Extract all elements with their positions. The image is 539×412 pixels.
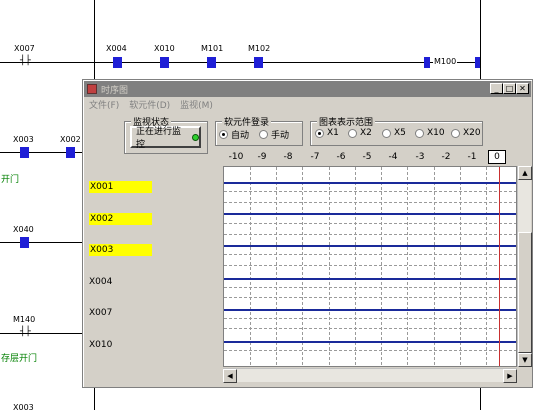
time-tick: -10: [228, 152, 244, 162]
contact-selected[interactable]: [20, 237, 29, 248]
title-bar[interactable]: 时序图 _ □ ✕: [84, 81, 531, 97]
radio-icon: [259, 130, 268, 139]
contact-label: X010: [154, 44, 175, 53]
timing-chart-area[interactable]: [223, 166, 517, 367]
menu-device[interactable]: 软元件(D): [129, 98, 170, 111]
rung-line: [0, 242, 82, 243]
menu-bar: 文件(F) 软元件(D) 监视(M): [89, 98, 213, 111]
timing-chart-svg: [224, 167, 516, 366]
menu-monitor[interactable]: 监视(M): [180, 98, 213, 111]
radio-auto[interactable]: 自动: [219, 128, 249, 141]
contact-label: M102: [248, 44, 271, 53]
coil-selected[interactable]: [424, 57, 430, 68]
coil-label: M100: [433, 57, 458, 66]
radio-label: X5: [394, 128, 406, 138]
radio-range-x1[interactable]: X1: [315, 128, 339, 138]
radio-icon: [415, 128, 424, 138]
group-label: 图表表示范围: [317, 115, 376, 128]
scroll-down-icon[interactable]: ▼: [518, 353, 532, 367]
coil-selected[interactable]: [475, 57, 480, 68]
time-tick: -3: [415, 152, 425, 162]
radio-range-x5[interactable]: X5: [382, 128, 406, 138]
contact-selected[interactable]: [113, 57, 122, 68]
maximize-button[interactable]: □: [503, 83, 516, 94]
radio-icon: [219, 130, 228, 139]
rung-line: [0, 333, 82, 334]
contact-selected[interactable]: [160, 57, 169, 68]
contact-selected[interactable]: [207, 57, 216, 68]
group-label: 软元件登录: [222, 115, 272, 128]
contact-selected[interactable]: [20, 147, 29, 158]
radio-label: X2: [360, 128, 372, 138]
time-tick: -4: [388, 152, 398, 162]
radio-label: X1: [327, 128, 339, 138]
time-tick: -7: [310, 152, 320, 162]
rung-comment: 开门: [1, 175, 20, 185]
scroll-thumb[interactable]: [518, 232, 532, 353]
window-title: 时序图: [101, 86, 129, 96]
monitoring-button[interactable]: 正在进行监控: [130, 126, 201, 150]
time-tick: -5: [362, 152, 372, 162]
time-tick: -9: [257, 152, 267, 162]
menu-file[interactable]: 文件(F): [89, 98, 119, 111]
device-row-label[interactable]: X001: [89, 181, 152, 193]
radio-label: X20: [463, 128, 481, 138]
radio-range-x2[interactable]: X2: [348, 128, 372, 138]
minimize-button[interactable]: _: [490, 83, 503, 94]
rung-comment: 存层开门: [1, 354, 38, 364]
contact-label: X007: [14, 44, 35, 53]
contact-selected[interactable]: [254, 57, 263, 68]
time-tick-current: 0: [488, 150, 506, 164]
contact-selected[interactable]: [66, 147, 75, 158]
radio-range-x20[interactable]: X20: [451, 128, 481, 138]
contact-label: M140: [13, 315, 36, 324]
radio-manual[interactable]: 手动: [259, 128, 289, 141]
time-tick: -8: [283, 152, 293, 162]
time-tick: -1: [467, 152, 477, 162]
contact-label: X002: [60, 135, 81, 144]
radio-icon: [315, 128, 324, 138]
contact-symbol: ┤├: [20, 56, 31, 66]
contact-symbol: ┤├: [20, 327, 31, 337]
radio-icon: [451, 128, 460, 138]
radio-range-x10[interactable]: X10: [415, 128, 445, 138]
app-icon: [87, 84, 97, 94]
contact-label: X040: [13, 225, 34, 234]
radio-icon: [382, 128, 391, 138]
scroll-up-icon[interactable]: ▲: [518, 166, 532, 180]
radio-label: 自动: [231, 131, 250, 141]
time-tick: -6: [336, 152, 346, 162]
rung-line: [0, 62, 480, 63]
time-tick: -2: [441, 152, 451, 162]
monitoring-button-label: 正在进行监控: [136, 127, 182, 150]
scroll-left-icon[interactable]: ◀: [223, 369, 237, 383]
contact-label: M101: [201, 44, 224, 53]
device-row-label[interactable]: X007: [89, 308, 112, 318]
device-row-label[interactable]: X002: [89, 213, 152, 225]
vertical-scrollbar[interactable]: ▲ ▼: [517, 166, 532, 367]
contact-label: X004: [106, 44, 127, 53]
radio-label: 手动: [271, 131, 290, 141]
radio-label: X10: [427, 128, 445, 138]
horizontal-scrollbar[interactable]: ◀ ▶: [223, 368, 517, 383]
close-button[interactable]: ✕: [516, 83, 529, 94]
contact-label: X003: [13, 403, 34, 412]
device-row-label[interactable]: X010: [89, 340, 112, 350]
contact-label: X003: [13, 135, 34, 144]
scroll-right-icon[interactable]: ▶: [503, 369, 517, 383]
device-row-label[interactable]: X004: [89, 277, 112, 287]
radio-icon: [348, 128, 357, 138]
chart-grid: [224, 167, 516, 366]
status-led-icon: [192, 133, 199, 141]
device-row-label[interactable]: X003: [89, 244, 152, 256]
